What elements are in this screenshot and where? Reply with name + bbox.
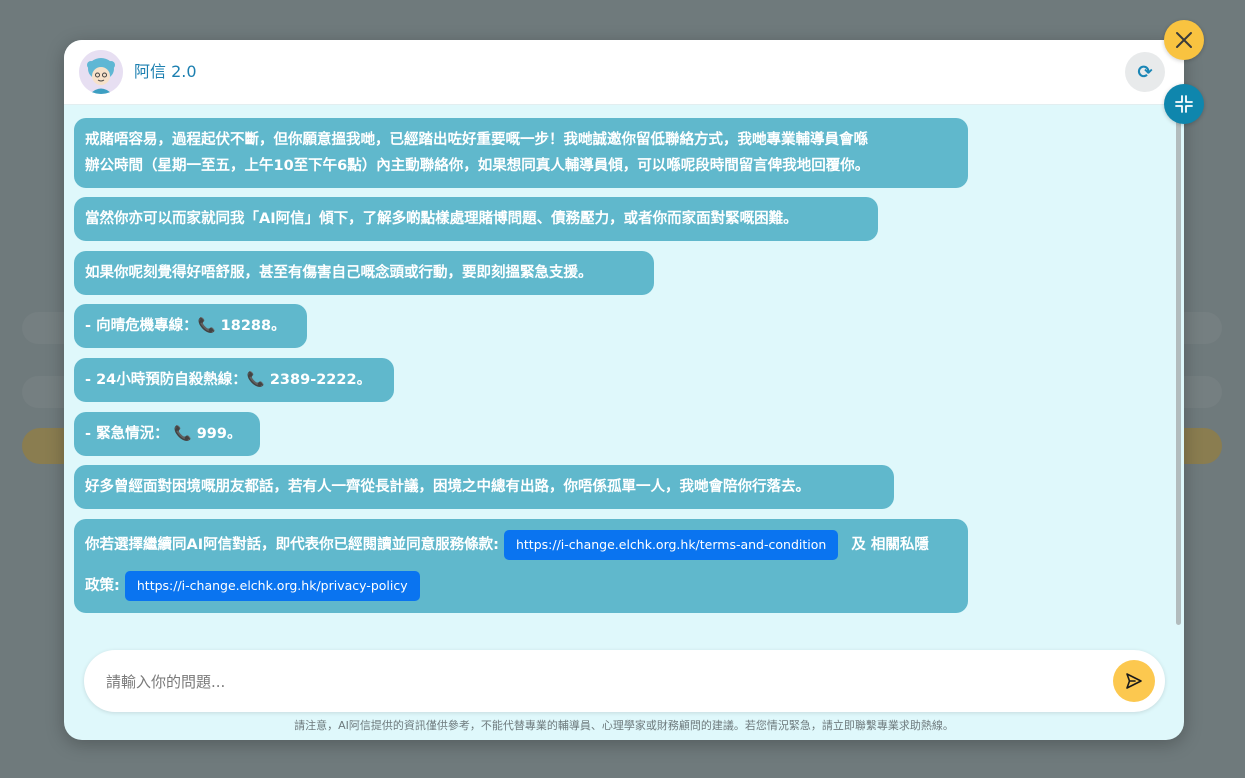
close-button[interactable] — [1164, 20, 1204, 60]
bot-message: - 24小時預防自殺熱線：📞 2389-2222。 — [74, 358, 394, 402]
chat-modal: 阿信 2.0 ⟳ 戒賭唔容易，過程起伏不斷，但你願意搵我哋，已經踏出咗好重要嘅一… — [64, 40, 1184, 740]
bot-message: 好多曾經面對困境嘅朋友都話，若有人一齊從長計議，困境之中總有出路，你唔係孤單一人… — [74, 465, 894, 509]
bot-message: 如果你呢刻覺得好唔舒服，甚至有傷害自己嘅念頭或行動，要即刻搵緊急支援。 — [74, 251, 654, 295]
message-input[interactable] — [104, 667, 1098, 697]
close-icon — [1176, 32, 1192, 48]
bot-message: - 緊急情況： 📞 999。 — [74, 412, 260, 456]
terms-link[interactable]: https://i-change.elchk.org.hk/terms-and-… — [503, 530, 839, 560]
message-line: 好多曾經面對困境嘅朋友都話，若有人一齊從長計議，困境之中總有出路，你唔係孤單一人… — [85, 479, 810, 495]
bot-message: 戒賭唔容易，過程起伏不斷，但你願意搵我哋，已經踏出咗好重要嘅一步！我哋誠邀你留低… — [74, 118, 968, 188]
bot-avatar-icon — [79, 50, 123, 94]
terms-line: 你若選擇繼續同AI阿信對話，即代表你已經閱讀並同意服務條款: https://i… — [85, 525, 957, 566]
scrollbar[interactable] — [1176, 120, 1181, 625]
send-button[interactable] — [1113, 660, 1155, 702]
refresh-icon: ⟳ — [1137, 61, 1153, 83]
minimize-icon — [1175, 95, 1193, 113]
bot-message: - 向晴危機專線：📞 18288。 — [74, 304, 307, 348]
terms-prefix: 你若選擇繼續同AI阿信對話，即代表你已經閱讀並同意服務條款: — [85, 537, 499, 553]
terms-message: 你若選擇繼續同AI阿信對話，即代表你已經閱讀並同意服務條款: https://i… — [74, 519, 968, 613]
minimize-button[interactable] — [1164, 84, 1204, 124]
terms-middle: 及 相關私隱 — [851, 537, 929, 553]
message-line: 當然你亦可以而家就同我「AI阿信」傾下，了解多啲點樣處理賭博問題、債務壓力，或者… — [85, 211, 798, 227]
message-line: 戒賭唔容易，過程起伏不斷，但你願意搵我哋，已經踏出咗好重要嘅一步！我哋誠邀你留低… — [85, 132, 868, 148]
terms-line: 政策: https://i-change.elchk.org.hk/privac… — [85, 566, 957, 607]
chat-title: 阿信 2.0 — [134, 62, 197, 81]
hotline-line: - 24小時預防自殺熱線：📞 2389-2222。 — [85, 372, 372, 388]
chat-header: 阿信 2.0 ⟳ — [64, 40, 1184, 105]
refresh-button[interactable]: ⟳ — [1125, 52, 1165, 92]
hotline-line: - 緊急情況： 📞 999。 — [85, 426, 242, 442]
message-line: 辦公時間（星期一至五，上午10至下午6點）內主動聯絡你，如果想同真人輔導員傾，可… — [85, 158, 870, 174]
message-line: 如果你呢刻覺得好唔舒服，甚至有傷害自己嘅念頭或行動，要即刻搵緊急支援。 — [85, 265, 593, 281]
privacy-prefix: 政策: — [85, 578, 120, 594]
bot-message: 當然你亦可以而家就同我「AI阿信」傾下，了解多啲點樣處理賭博問題、債務壓力，或者… — [74, 197, 878, 241]
disclaimer-text: 請注意，AI阿信提供的資訊僅供參考，不能代替專業的輔導員、心理學家或財務顧問的建… — [294, 719, 954, 732]
send-icon — [1126, 673, 1142, 689]
hotline-line: - 向晴危機專線：📞 18288。 — [85, 318, 286, 334]
privacy-link[interactable]: https://i-change.elchk.org.hk/privacy-po… — [124, 571, 420, 601]
message-input-bar — [84, 650, 1165, 712]
